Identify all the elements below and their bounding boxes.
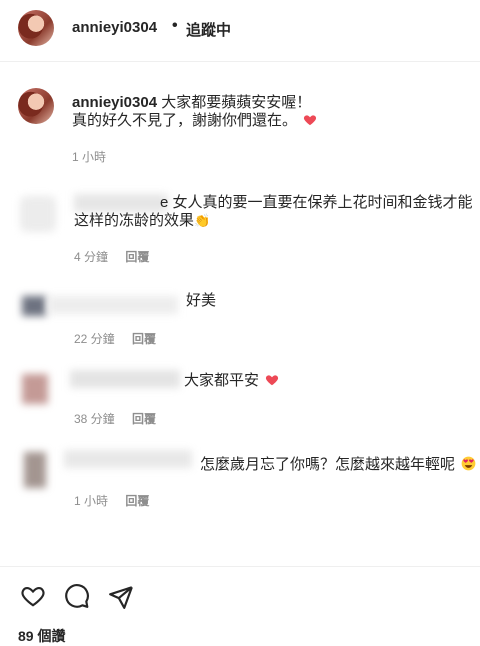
comment-avatar[interactable] bbox=[20, 196, 56, 232]
profile-avatar[interactable] bbox=[18, 10, 54, 46]
caption-line-2: 真的好久不見了，謝謝你們還在。 bbox=[72, 110, 317, 132]
comment-avatar[interactable] bbox=[24, 452, 46, 488]
comment-time-4: 1 小時 bbox=[74, 494, 109, 508]
blurred-username[interactable] bbox=[48, 296, 178, 314]
comment-body-3: 大家都平安 bbox=[184, 372, 260, 389]
caption-text-1: 大家都要蘋蘋安安喔！ bbox=[161, 94, 312, 111]
comment-meta-1: 4 分鐘 回覆 bbox=[74, 248, 163, 265]
caption-avatar[interactable] bbox=[18, 88, 54, 124]
separator-dot: • bbox=[172, 17, 178, 34]
comment-avatar[interactable] bbox=[22, 374, 48, 404]
blurred-username[interactable] bbox=[70, 370, 180, 388]
comment-body-1b: 这样的冻龄的效果 bbox=[74, 212, 195, 229]
comment-body-1: 女人真的要一直要在保养上花时间和金钱才能 bbox=[172, 194, 473, 211]
comment-text-2: 好美 bbox=[186, 290, 216, 312]
comment-time-2: 22 分鐘 bbox=[74, 332, 115, 346]
reply-button-2[interactable]: 回覆 bbox=[132, 332, 156, 346]
red-heart-icon bbox=[266, 375, 279, 386]
caption-time: 1 小時 bbox=[72, 150, 107, 164]
comment-meta-2: 22 分鐘 回覆 bbox=[74, 330, 170, 347]
comment-time-1: 4 分鐘 bbox=[74, 250, 109, 264]
comment-text-3: 大家都平安 bbox=[184, 370, 279, 392]
comment-body-2: 好美 bbox=[186, 292, 217, 309]
comment-text-line-2: 这样的冻龄的效果👏 bbox=[74, 210, 210, 232]
caption-text-2: 真的好久不見了，謝謝你們還在。 bbox=[72, 112, 298, 129]
comment-bubble-icon[interactable] bbox=[64, 583, 90, 609]
header-username[interactable]: annieyi0304 bbox=[72, 19, 157, 36]
comment-meta-4: 1 小時 回覆 bbox=[74, 492, 163, 509]
comment-avatar[interactable] bbox=[22, 296, 46, 316]
reply-button-4[interactable]: 回覆 bbox=[125, 494, 149, 508]
reply-button-3[interactable]: 回覆 bbox=[132, 412, 156, 426]
following-status[interactable]: 追蹤中 bbox=[186, 19, 231, 40]
reply-button-1[interactable]: 回覆 bbox=[125, 250, 149, 264]
red-heart-icon bbox=[304, 115, 317, 126]
caption-username[interactable]: annieyi0304 bbox=[72, 94, 157, 111]
comment-prefix-fragment: e bbox=[160, 194, 169, 211]
post-header: annieyi0304 • 追蹤中 bbox=[0, 0, 480, 62]
action-divider bbox=[0, 566, 480, 567]
caption-meta: 1 小時 bbox=[72, 148, 120, 165]
blurred-username[interactable] bbox=[64, 450, 192, 468]
comment-text-4: 怎麼歲月忘了你嗎？怎麼越來越年輕呢 bbox=[200, 454, 476, 476]
comment-time-3: 38 分鐘 bbox=[74, 412, 115, 426]
heart-eyes-emoji-icon bbox=[461, 456, 476, 471]
like-count[interactable]: 89 個讚 bbox=[18, 626, 65, 646]
clap-icon: 👏 bbox=[194, 213, 211, 228]
comment-meta-3: 38 分鐘 回覆 bbox=[74, 410, 170, 427]
paper-plane-icon[interactable] bbox=[108, 584, 134, 610]
comment-body-4: 怎麼歲月忘了你嗎？怎麼越來越年輕呢 bbox=[200, 456, 456, 473]
heart-outline-icon[interactable] bbox=[20, 583, 46, 609]
